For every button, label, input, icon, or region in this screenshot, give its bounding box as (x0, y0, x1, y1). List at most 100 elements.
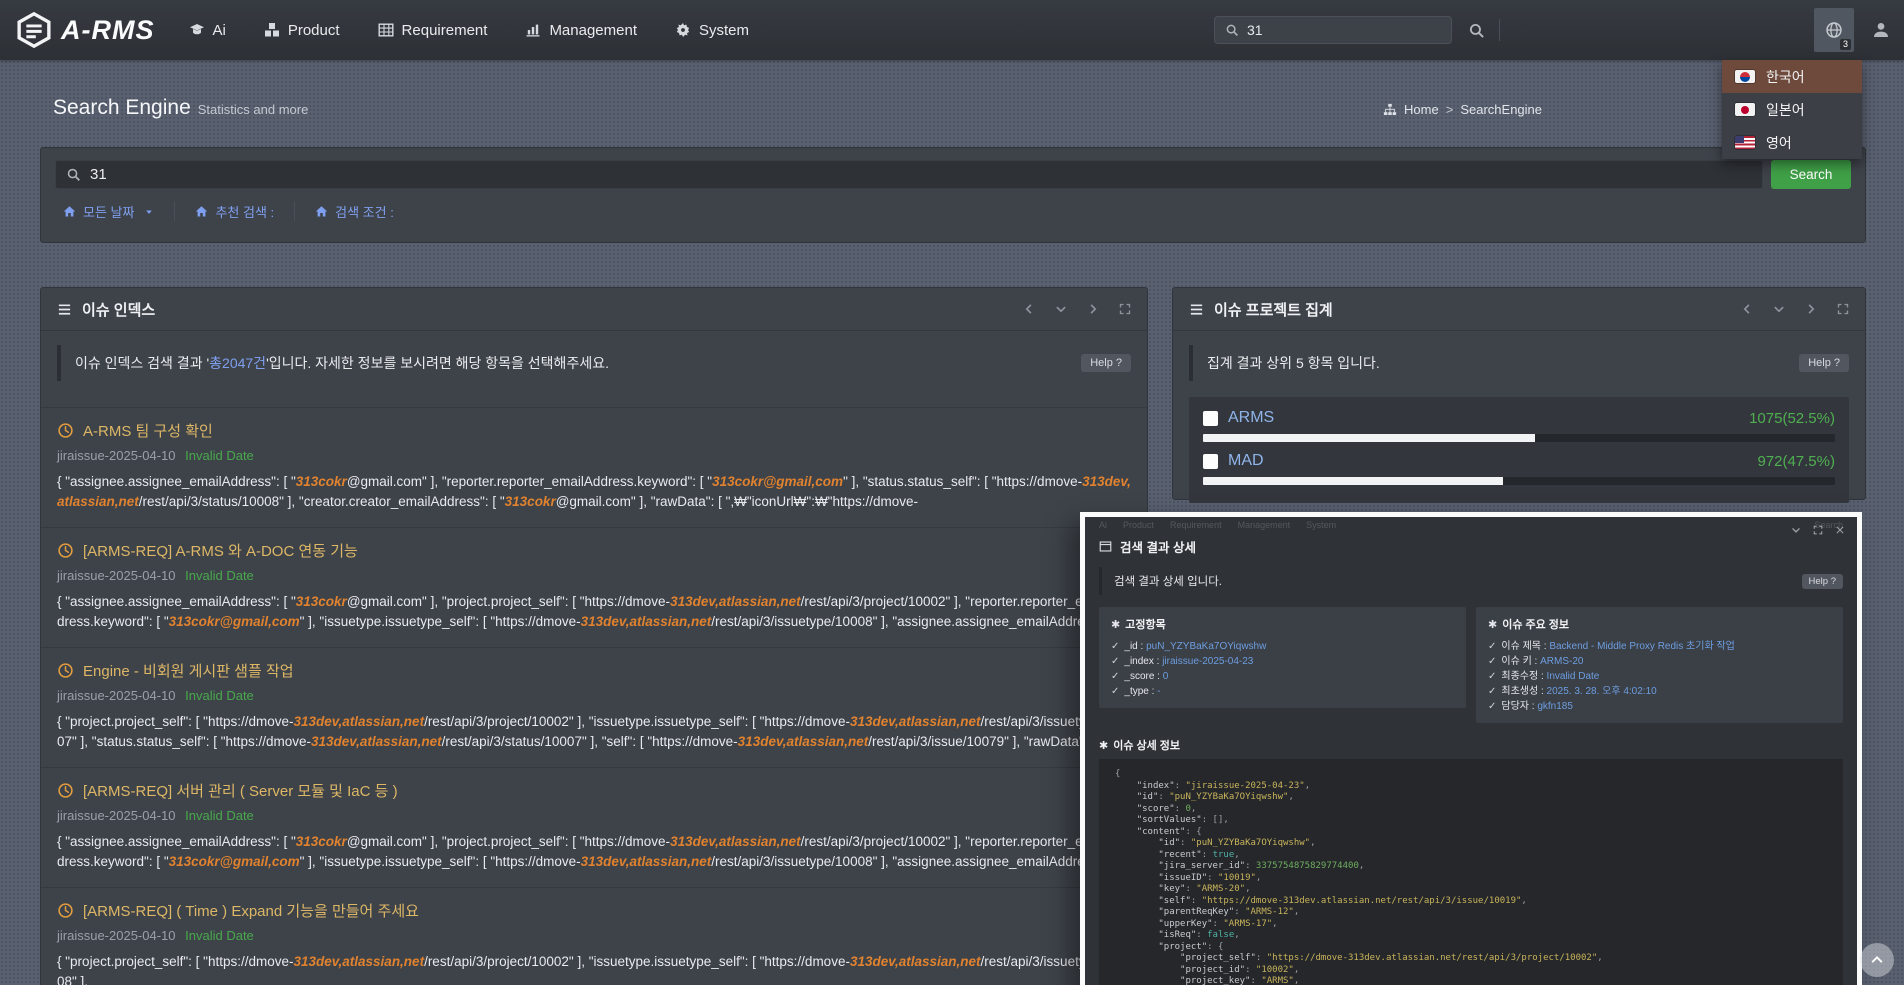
chevron-right-icon[interactable] (1087, 303, 1099, 315)
detail-field-row: ✓담당자 : gkfn185 (1488, 699, 1831, 714)
issue-title-link[interactable]: [ARMS-REQ] ( Time ) Expand 기능을 만들어 주세요 (57, 900, 1131, 921)
fixed-fields-title: ✱고정항목 (1111, 616, 1454, 632)
flag-icon (1735, 103, 1755, 116)
check-icon: ✓ (1488, 671, 1496, 682)
nav-search-input[interactable] (1247, 22, 1441, 38)
close-icon[interactable] (1835, 525, 1845, 535)
language-option[interactable]: 일본어 (1722, 93, 1862, 126)
issue-title-link[interactable]: Engine - 비회원 게시판 샘플 작업 (57, 660, 1131, 681)
chevron-down-icon[interactable] (1055, 303, 1067, 315)
user-icon[interactable] (1872, 21, 1890, 39)
project-count: 972(47.5%) (1757, 453, 1835, 470)
chevron-down-icon[interactable] (1773, 303, 1785, 315)
detail-field-row: ✓_score : 0 (1111, 669, 1454, 684)
issue-json-preview: { "project.project_self": [ "https://dmo… (57, 712, 1131, 752)
search-filter[interactable]: 모든 날짜 (55, 202, 175, 221)
clock-icon (57, 422, 74, 439)
chevron-left-icon[interactable] (1023, 303, 1035, 315)
search-detail-window: AiProductRequirementManagementSystemSear… (1080, 512, 1862, 985)
nav-menu-item-management[interactable]: Management (525, 22, 637, 39)
nav-menu-item-system[interactable]: System (675, 22, 749, 39)
issue-list-item: Engine - 비회원 게시판 샘플 작업 jiraissue-2025-04… (41, 648, 1147, 768)
issue-source: jiraissue-2025-04-10 (57, 448, 176, 463)
check-icon: ✓ (1111, 656, 1119, 667)
issue-title-link[interactable]: [ARMS-REQ] A-RMS 와 A-DOC 연동 기능 (57, 540, 1131, 561)
ghost-navbar: AiProductRequirementManagementSystemSear… (1085, 517, 1857, 532)
check-icon: ✓ (1111, 671, 1119, 682)
project-name[interactable]: ARMS (1228, 409, 1274, 427)
search-filter[interactable]: 검색 조건 : (295, 202, 414, 221)
nav-menu-item-ai[interactable]: Ai (189, 22, 226, 39)
main-search-input[interactable] (90, 166, 1752, 183)
issue-detail-json[interactable]: { "index": "jiraissue-2025-04-23", "id":… (1099, 759, 1843, 985)
issue-date-status: Invalid Date (185, 928, 254, 943)
search-detail-content: AiProductRequirementManagementSystemSear… (1085, 517, 1857, 985)
detail-field-row: ✓_index : jiraissue-2025-04-23 (1111, 654, 1454, 669)
detail-field-row: ✓이슈 제목 : Backend - Middle Proxy Redis 초기… (1488, 639, 1831, 654)
progress-fill (1203, 434, 1535, 442)
main-menu: Ai Product Requirement Management System (189, 22, 750, 39)
issue-title-link[interactable]: [ARMS-REQ] 서버 관리 ( Server 모듈 및 IaC 등 ) (57, 780, 1131, 801)
chevron-left-icon[interactable] (1741, 303, 1753, 315)
flag-icon (1735, 70, 1755, 83)
issue-title-link[interactable]: A-RMS 팀 구성 확인 (57, 420, 1131, 441)
nav-search-box[interactable] (1214, 16, 1452, 44)
checkbox[interactable] (1203, 454, 1218, 469)
search-filter[interactable]: 추천 검색 : (175, 202, 295, 221)
help-badge[interactable]: Help ? (1799, 354, 1849, 372)
issue-source: jiraissue-2025-04-10 (57, 568, 176, 583)
scroll-to-top-button[interactable] (1860, 943, 1894, 977)
language-option[interactable]: 한국어 (1722, 60, 1862, 93)
language-button[interactable]: 3 (1814, 8, 1854, 52)
issue-json-preview: { "project.project_self": [ "https://dmo… (57, 952, 1131, 985)
issue-list-item: [ARMS-REQ] A-RMS 와 A-DOC 연동 기능 jiraissue… (41, 528, 1147, 648)
nav-item-icon (525, 22, 541, 38)
page-title: Search EngineStatistics and more (53, 96, 308, 120)
issue-list-item: A-RMS 팀 구성 확인 jiraissue-2025-04-10 Inval… (41, 408, 1147, 528)
help-badge[interactable]: Help ? (1081, 354, 1131, 372)
language-count-badge: 3 (1840, 39, 1851, 50)
search-panel: Search 모든 날짜 추천 검색 : 검색 조건 : (40, 147, 1866, 243)
language-option[interactable]: 영어 (1722, 126, 1862, 159)
brand-logo[interactable]: A-RMS (16, 12, 155, 48)
main-search-box[interactable] (55, 160, 1763, 189)
issue-json-preview: { "assignee.assignee_emailAddress": [ "3… (57, 592, 1131, 632)
detail-boxes: ✱고정항목 ✓_id : puN_YZYBaKa7OYiqwshw ✓_inde… (1099, 607, 1843, 723)
chevron-right-icon[interactable] (1805, 303, 1817, 315)
search-button[interactable]: Search (1771, 160, 1851, 189)
expand-icon[interactable] (1119, 303, 1131, 315)
home-icon (195, 205, 208, 218)
check-icon: ✓ (1488, 641, 1496, 652)
flag-icon (1735, 136, 1755, 149)
breadcrumb-home[interactable]: Home (1404, 102, 1439, 117)
issue-date-status: Invalid Date (185, 688, 254, 703)
issue-meta: jiraissue-2025-04-10 Invalid Date (57, 688, 1131, 703)
help-badge[interactable]: Help ? (1802, 574, 1843, 589)
minimize-icon[interactable] (1791, 525, 1801, 535)
nav-menu-item-product[interactable]: Product (264, 22, 340, 39)
breadcrumb-current: SearchEngine (1460, 102, 1542, 117)
expand-icon[interactable] (1837, 303, 1849, 315)
checkbox[interactable] (1203, 411, 1218, 426)
language-dropdown: 한국어 일본어 영어 (1722, 60, 1862, 159)
aggregate-results: ARMS 1075(52.5%) MAD 972(47.5%) (1189, 397, 1849, 503)
arms-logo-icon (16, 12, 52, 48)
divider (1499, 19, 1500, 41)
issue-date-status: Invalid Date (185, 808, 254, 823)
project-aggregate-panel: 이슈 프로젝트 집계 집계 결과 상위 5 항목 입니다. Help ? ARM… (1172, 287, 1866, 500)
aggregate-row: ARMS 1075(52.5%) (1203, 409, 1835, 442)
search-icon (66, 167, 81, 182)
nav-menu-item-requirement[interactable]: Requirement (378, 22, 488, 39)
window-controls (1791, 525, 1845, 535)
detail-field-row: ✓_type : - (1111, 684, 1454, 699)
search-icon[interactable] (1468, 22, 1485, 39)
hamburger-icon (57, 302, 72, 317)
nav-item-icon (264, 22, 280, 38)
detail-modal-message: 검색 결과 상세 입니다. Help ? (1099, 567, 1843, 595)
project-name[interactable]: MAD (1228, 452, 1264, 470)
globe-icon (1825, 21, 1843, 39)
aggregate-message: 집계 결과 상위 5 항목 입니다. Help ? (1189, 345, 1849, 381)
maximize-icon[interactable] (1813, 525, 1823, 535)
message-count: 총2047건 (209, 355, 266, 371)
issue-meta: jiraissue-2025-04-10 Invalid Date (57, 568, 1131, 583)
